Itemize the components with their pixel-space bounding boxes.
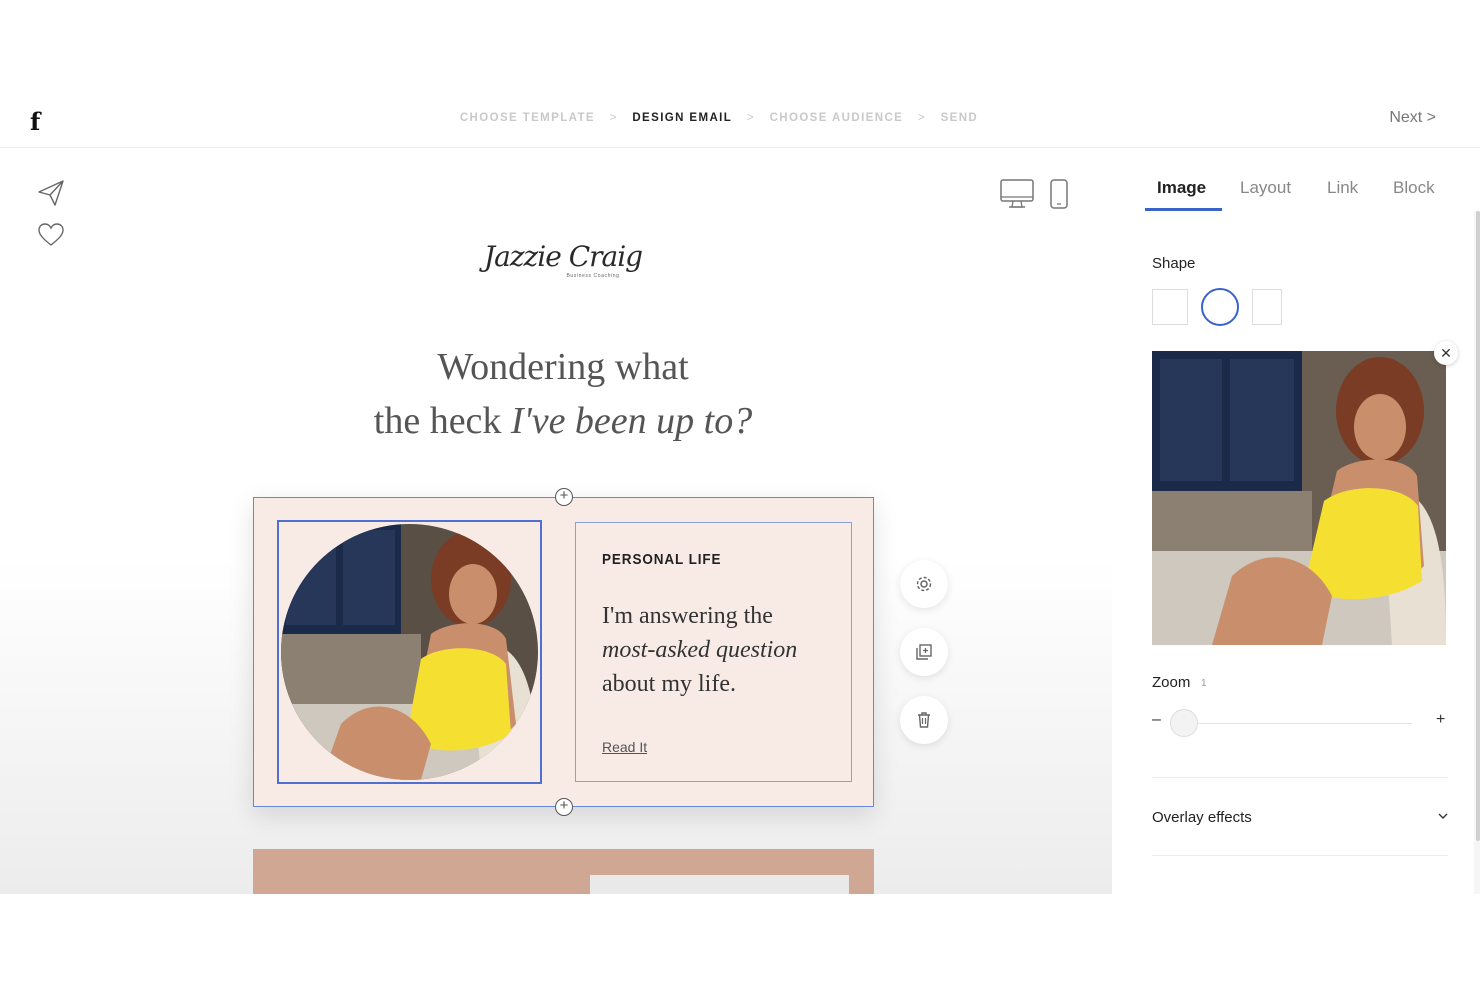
trash-icon (918, 712, 930, 728)
image-settings: Shape ✕ Zoom 1 – + Overlay effects (1112, 211, 1474, 894)
email-brand-header[interactable]: Jazzie Craig Business Coaching (253, 230, 873, 310)
tab-layout[interactable]: Layout (1240, 178, 1291, 198)
top-bar: f CHOOSE TEMPLATE > DESIGN EMAIL > CHOOS… (0, 93, 1480, 148)
add-block-above-button[interactable]: + (555, 488, 573, 506)
step-send[interactable]: SEND (941, 112, 979, 124)
overlay-effects-toggle[interactable]: Overlay effects (1152, 809, 1448, 833)
shape-square-option[interactable] (1152, 289, 1188, 325)
card-body-line-3: about my life. (602, 671, 736, 697)
brand-logo-text: Jazzie Craig (483, 240, 643, 273)
shape-rectangle-option[interactable] (1252, 289, 1282, 325)
next-button[interactable]: Next > (1389, 109, 1436, 127)
selected-content-block[interactable]: PERSONAL LIFE I'm answering the most-ask… (253, 497, 874, 807)
card-body-line-2: most-asked question (602, 637, 798, 663)
brand-tagline: Business Coaching (566, 273, 620, 279)
tab-image[interactable]: Image (1157, 178, 1206, 198)
headline-line-1: Wondering what (437, 346, 689, 388)
card-body-text[interactable]: I'm answering the most-asked question ab… (602, 599, 842, 701)
step-separator: > (917, 112, 926, 124)
card-body-line-1: I'm answering the (602, 603, 773, 629)
card-category-label: PERSONAL LIFE (602, 551, 722, 568)
read-it-link[interactable]: Read It (602, 739, 647, 755)
add-block-below-button[interactable]: + (555, 798, 573, 816)
image-preview[interactable] (1152, 351, 1446, 645)
send-icon[interactable] (36, 178, 66, 208)
next-content-block[interactable] (253, 849, 874, 894)
shape-circle-option[interactable] (1201, 288, 1239, 326)
settings-icon (916, 576, 932, 592)
properties-panel: Image Layout Link Block Shape ✕ Zoom 1 –… (1112, 148, 1480, 894)
email-headline[interactable]: Wondering what the heck I've been up to? (253, 340, 873, 448)
step-design-email[interactable]: DESIGN EMAIL (632, 112, 732, 124)
zoom-slider-thumb[interactable] (1170, 709, 1198, 737)
tab-link[interactable]: Link (1327, 178, 1358, 198)
next-block-inner (590, 875, 849, 894)
email-editor-canvas: Jazzie Craig Business Coaching Wondering… (0, 148, 1112, 894)
zoom-value: 1 (1201, 678, 1207, 689)
wizard-steps: CHOOSE TEMPLATE > DESIGN EMAIL > CHOOSE … (0, 112, 1438, 124)
circle-cropped-photo[interactable] (281, 524, 538, 780)
block-duplicate-button[interactable] (900, 628, 948, 676)
mobile-icon[interactable] (1049, 178, 1069, 215)
step-separator: > (746, 112, 755, 124)
zoom-in-button[interactable]: + (1436, 711, 1445, 729)
step-separator: > (609, 112, 618, 124)
chevron-down-icon (1438, 811, 1448, 823)
heart-icon[interactable] (36, 220, 66, 250)
remove-image-button[interactable]: ✕ (1434, 341, 1458, 365)
desktop-icon[interactable] (999, 178, 1035, 215)
block-image-selected[interactable] (277, 520, 542, 784)
zoom-out-button[interactable]: – (1152, 711, 1161, 729)
panel-scrollbar[interactable] (1476, 211, 1480, 841)
step-choose-audience[interactable]: CHOOSE AUDIENCE (770, 112, 904, 124)
divider (1152, 777, 1448, 778)
tab-block[interactable]: Block (1393, 178, 1435, 198)
zoom-slider-track[interactable] (1182, 723, 1412, 724)
step-choose-template[interactable]: CHOOSE TEMPLATE (460, 112, 595, 124)
zoom-label: Zoom (1152, 674, 1191, 691)
headline-line-2: the heck (373, 400, 511, 442)
app-window: f CHOOSE TEMPLATE > DESIGN EMAIL > CHOOS… (0, 0, 1480, 987)
duplicate-icon (916, 644, 932, 660)
block-settings-button[interactable] (900, 560, 948, 608)
divider (1152, 855, 1448, 856)
panel-tabs: Image Layout Link Block (1112, 148, 1480, 211)
block-delete-button[interactable] (900, 696, 948, 744)
headline-italic: I've been up to? (510, 400, 753, 442)
block-text-card[interactable]: PERSONAL LIFE I'm answering the most-ask… (575, 522, 852, 782)
overlay-effects-label: Overlay effects (1152, 809, 1252, 826)
shape-label: Shape (1152, 255, 1196, 272)
